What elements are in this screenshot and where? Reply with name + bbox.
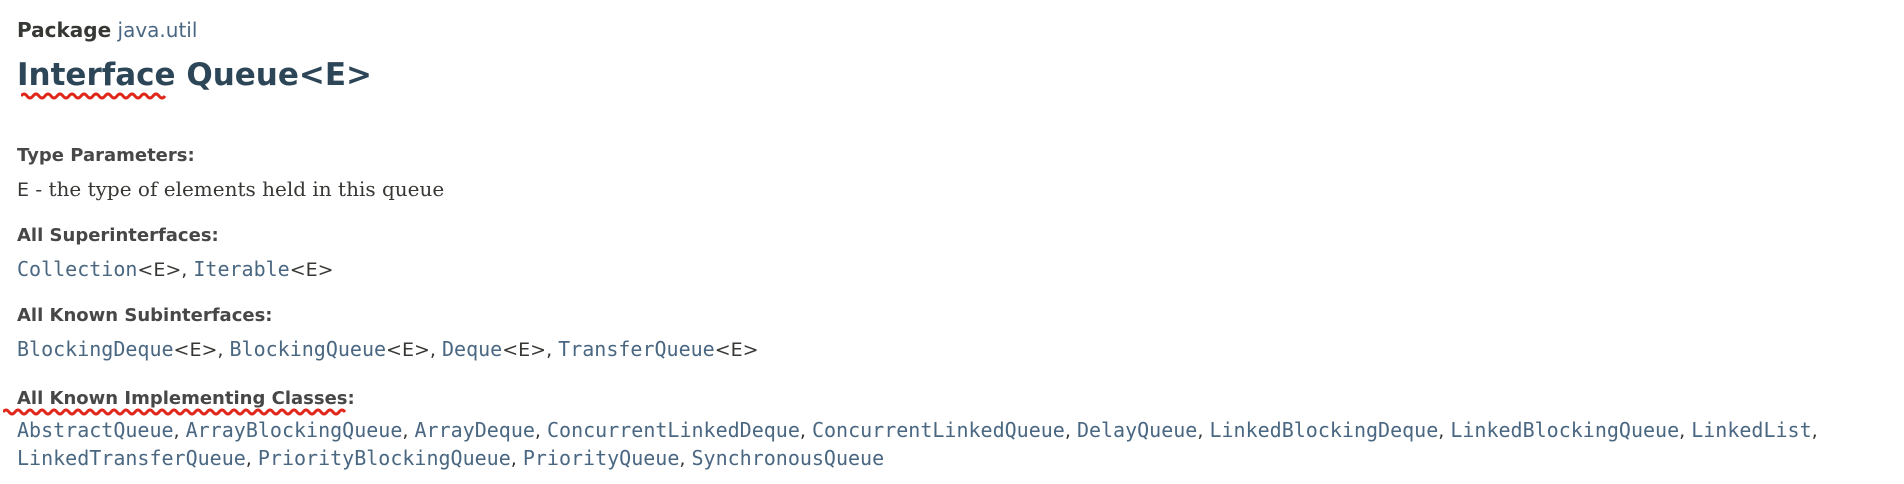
implementing-classes-label-wrap: All Known Implementing Classes: bbox=[3, 388, 355, 416]
separator: , bbox=[546, 339, 559, 361]
separator: , bbox=[245, 448, 258, 470]
implementing-class-link[interactable]: AbstractQueue bbox=[17, 418, 174, 442]
implementing-class-link[interactable]: PriorityBlockingQueue bbox=[258, 446, 511, 470]
separator: , bbox=[429, 339, 442, 361]
separator: , bbox=[173, 420, 186, 442]
type-suffix: <E> bbox=[137, 259, 182, 281]
type-suffix: <E> bbox=[502, 339, 547, 361]
separator: , bbox=[1679, 420, 1692, 442]
separator: , bbox=[1197, 420, 1210, 442]
separator: , bbox=[181, 259, 194, 281]
clipped-text-fragment: ´ bbox=[109, 0, 115, 9]
superinterface-link[interactable]: Iterable bbox=[193, 257, 289, 281]
subinterface-link[interactable]: BlockingDeque bbox=[17, 337, 174, 361]
title-prefix: Interface bbox=[17, 53, 176, 100]
type-parameter-description: - the type of elements held in this queu… bbox=[29, 177, 445, 201]
package-link[interactable]: java.util bbox=[118, 18, 198, 42]
type-suffix: <E> bbox=[289, 259, 334, 281]
subinterfaces-label: All Known Subinterfaces: bbox=[17, 305, 273, 326]
implementing-class-link[interactable]: LinkedBlockingQueue bbox=[1450, 418, 1679, 442]
superinterfaces-label: All Superinterfaces: bbox=[17, 225, 219, 246]
implementing-class-link[interactable]: ArrayDeque bbox=[414, 418, 534, 442]
implementing-class-link[interactable]: DelayQueue bbox=[1077, 418, 1197, 442]
separator: , bbox=[534, 420, 547, 442]
superinterfaces-list: Collection<E>, Iterable<E> bbox=[17, 256, 334, 283]
title-name: Queue<E> bbox=[186, 57, 373, 93]
page-title: Interface Queue<E> bbox=[17, 53, 373, 100]
subinterface-link[interactable]: BlockingQueue bbox=[230, 337, 387, 361]
implementing-class-link[interactable]: ArrayBlockingQueue bbox=[186, 418, 403, 442]
separator: , bbox=[402, 420, 415, 442]
separator: , bbox=[510, 448, 523, 470]
separator: , bbox=[799, 420, 812, 442]
title-prefix-text: Interface bbox=[17, 57, 176, 93]
separator: , bbox=[217, 339, 230, 361]
separator: , bbox=[1438, 420, 1451, 442]
implementing-class-link[interactable]: LinkedList bbox=[1691, 418, 1811, 442]
subinterface-link[interactable]: TransferQueue bbox=[558, 337, 715, 361]
line-end-comma: , bbox=[1811, 420, 1818, 442]
implementing-class-link[interactable]: LinkedBlockingDeque bbox=[1209, 418, 1438, 442]
implementing-class-link[interactable]: ConcurrentLinkedDeque bbox=[547, 418, 800, 442]
implementing-class-link[interactable]: ConcurrentLinkedQueue bbox=[812, 418, 1065, 442]
type-suffix: <E> bbox=[714, 339, 759, 361]
implementing-classes-line-1: AbstractQueue, ArrayBlockingQueue, Array… bbox=[17, 417, 1818, 444]
subinterface-link[interactable]: Deque bbox=[442, 337, 502, 361]
implementing-class-link[interactable]: PriorityQueue bbox=[523, 446, 680, 470]
type-parameter-name: E bbox=[17, 179, 30, 201]
implementing-class-link[interactable]: SynchronousQueue bbox=[691, 446, 884, 470]
package-line: Package java.util bbox=[17, 17, 197, 43]
type-suffix: <E> bbox=[386, 339, 430, 361]
implementing-classes-line-2: LinkedTransferQueue, PriorityBlockingQue… bbox=[17, 445, 884, 472]
separator: , bbox=[679, 448, 692, 470]
implementing-classes-label: All Known Implementing Classes: bbox=[17, 388, 355, 409]
superinterface-link[interactable]: Collection bbox=[17, 257, 137, 281]
implementing-class-link[interactable]: LinkedTransferQueue bbox=[17, 446, 246, 470]
type-suffix: <E> bbox=[173, 339, 218, 361]
type-parameters-value: E - the type of elements held in this qu… bbox=[17, 176, 444, 203]
separator: , bbox=[1064, 420, 1077, 442]
subinterfaces-list: BlockingDeque<E>, BlockingQueue<E>, Dequ… bbox=[17, 336, 759, 363]
package-label: Package bbox=[17, 18, 112, 42]
type-parameters-label: Type Parameters: bbox=[17, 145, 195, 166]
